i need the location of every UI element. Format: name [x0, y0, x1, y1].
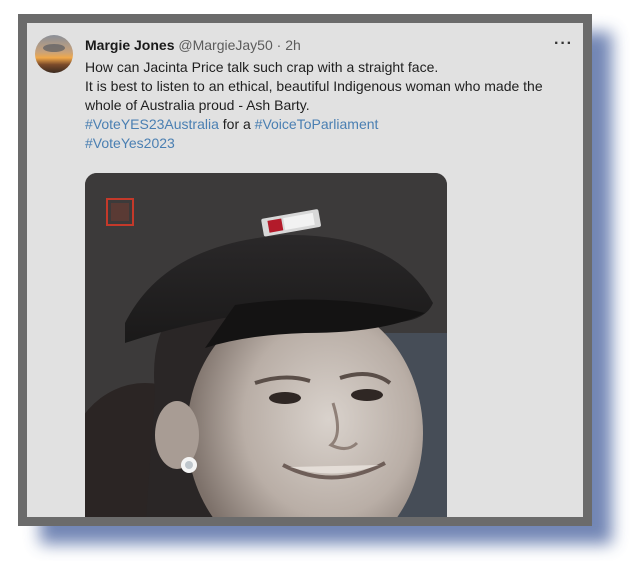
connector-text: for a: [218, 116, 255, 132]
tweet-line-2: It is best to listen to an ethical, beau…: [85, 78, 543, 113]
author-handle[interactable]: @MargieJay50: [178, 37, 272, 53]
screenshot-frame: Margie Jones @MargieJay50 · 2h ··· How c…: [18, 14, 592, 526]
tweet-line-1: How can Jacinta Price talk such crap wit…: [85, 59, 439, 75]
hashtag-link[interactable]: #VoteYes2023: [85, 135, 175, 151]
tweet-image[interactable]: [85, 173, 447, 517]
tweet-header: Margie Jones @MargieJay50 · 2h: [85, 37, 575, 57]
separator-dot: ·: [276, 37, 282, 53]
tweet-text: How can Jacinta Price talk such crap wit…: [85, 58, 573, 153]
hashtag-link[interactable]: #VoteYES23Australia: [85, 116, 219, 132]
photo-of-smiling-woman-in-cap-icon: [85, 173, 447, 517]
tweet-line-3: #VoteYES23Australia for a #VoiceToParlia…: [85, 115, 573, 134]
hashtag-link[interactable]: #VoiceToParliament: [255, 116, 379, 132]
timestamp[interactable]: 2h: [285, 37, 301, 53]
author-name[interactable]: Margie Jones: [85, 37, 174, 53]
more-options-icon[interactable]: ···: [554, 35, 573, 53]
avatar[interactable]: [35, 35, 73, 73]
tweet-card[interactable]: Margie Jones @MargieJay50 · 2h ··· How c…: [27, 23, 583, 517]
tweet-line-4: #VoteYes2023: [85, 134, 573, 153]
